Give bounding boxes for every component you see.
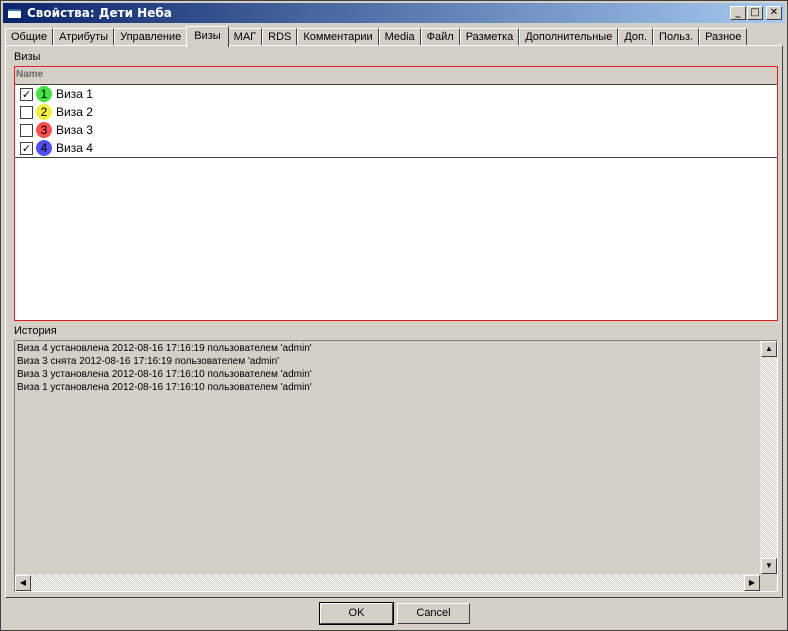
scroll-left-icon[interactable]: ◀: [15, 575, 31, 591]
visa-checkbox[interactable]: [20, 123, 33, 137]
visa-rows: ✓ 1 Виза 1 2 Виза 2 3 Виза 3 ✓ 4 Виза 4: [15, 85, 777, 157]
history-log[interactable]: Виза 4 установлена 2012-08-16 17:16:19 п…: [14, 340, 778, 592]
scroll-right-icon[interactable]: ▶: [744, 575, 760, 591]
tab-6[interactable]: Комментарии: [297, 28, 379, 46]
visa-label: Виза 3: [56, 123, 93, 137]
ok-button[interactable]: OK: [319, 602, 394, 625]
tab-12[interactable]: Польз.: [653, 28, 700, 46]
window-icon: [7, 7, 22, 19]
history-line: Виза 3 установлена 2012-08-16 17:16:10 п…: [17, 369, 312, 380]
tab-2[interactable]: Управление: [114, 28, 188, 46]
visas-section-label: Визы: [14, 51, 41, 63]
minimize-button[interactable]: _: [730, 6, 746, 20]
tab-4[interactable]: МАГ: [227, 28, 263, 46]
history-line: Виза 3 снята 2012-08-16 17:16:19 пользов…: [17, 356, 280, 367]
tab-11[interactable]: Доп.: [618, 28, 654, 46]
visa-number-badge: 4: [36, 140, 52, 156]
history-line: Виза 1 установлена 2012-08-16 17:16:10 п…: [17, 382, 312, 393]
tab-13[interactable]: Разное: [699, 28, 748, 46]
window-title: Свойства: Дети Неба: [27, 6, 172, 20]
history-section-label: История: [14, 325, 57, 337]
scrollbar-corner: [760, 574, 777, 591]
tab-10[interactable]: Дополнительные: [519, 28, 619, 46]
history-line: Виза 4 установлена 2012-08-16 17:16:19 п…: [17, 343, 312, 354]
visa-label: Виза 1: [56, 87, 93, 101]
title-bar[interactable]: Свойства: Дети Неба _ □ ✕: [3, 3, 785, 23]
tab-0[interactable]: Общие: [5, 28, 54, 46]
visa-checkbox[interactable]: ✓: [20, 141, 33, 155]
history-lines: Виза 4 установлена 2012-08-16 17:16:19 п…: [16, 342, 759, 573]
tab-strip: Общие Атрибуты Управление Визы МАГ RDS Коммент…: [5, 24, 748, 47]
visas-list: Name ✓ 1 Виза 1 2 Виза 2 3 Виза 3 ✓ 4 Виза 4: [14, 66, 778, 321]
scroll-up-icon[interactable]: ▲: [761, 341, 777, 357]
close-button[interactable]: ✕: [766, 6, 782, 20]
tab-1[interactable]: Атрибуты: [53, 28, 115, 46]
column-header-name[interactable]: Name: [15, 67, 777, 85]
visa-label: Виза 2: [56, 105, 93, 119]
visa-number-badge: 2: [36, 104, 52, 120]
window-controls: _ □ ✕: [730, 6, 782, 20]
vertical-scrollbar[interactable]: ▲ ▼: [760, 341, 777, 574]
visa-row[interactable]: ✓ 4 Виза 4: [15, 139, 777, 157]
maximize-button[interactable]: □: [747, 6, 763, 20]
visa-row[interactable]: 3 Виза 3: [15, 121, 777, 139]
list-divider: [15, 157, 777, 158]
tab-9[interactable]: Разметка: [459, 28, 520, 46]
visa-checkbox[interactable]: [20, 105, 33, 119]
tab-panel-visas: Визы Name ✓ 1 Виза 1 2 Виза 2 3 Виза 3 ✓ 4 Виза 4…: [5, 45, 783, 598]
visa-number-badge: 1: [36, 86, 52, 102]
tab-8[interactable]: Файл: [420, 28, 460, 46]
visa-number-badge: 3: [36, 122, 52, 138]
visa-row[interactable]: ✓ 1 Виза 1: [15, 85, 777, 103]
visa-checkbox[interactable]: ✓: [20, 87, 33, 101]
horizontal-scrollbar[interactable]: ◀ ▶: [15, 574, 760, 591]
visa-row[interactable]: 2 Виза 2: [15, 103, 777, 121]
tab-7[interactable]: Media: [378, 28, 421, 46]
tab-5[interactable]: RDS: [262, 28, 298, 46]
tab-3[interactable]: Визы: [186, 26, 229, 47]
properties-dialog: Свойства: Дети Неба _ □ ✕ Общие Атрибуты У…: [0, 0, 788, 631]
scroll-down-icon[interactable]: ▼: [761, 558, 777, 574]
cancel-button[interactable]: Cancel: [397, 603, 470, 624]
visa-label: Виза 4: [56, 141, 93, 155]
